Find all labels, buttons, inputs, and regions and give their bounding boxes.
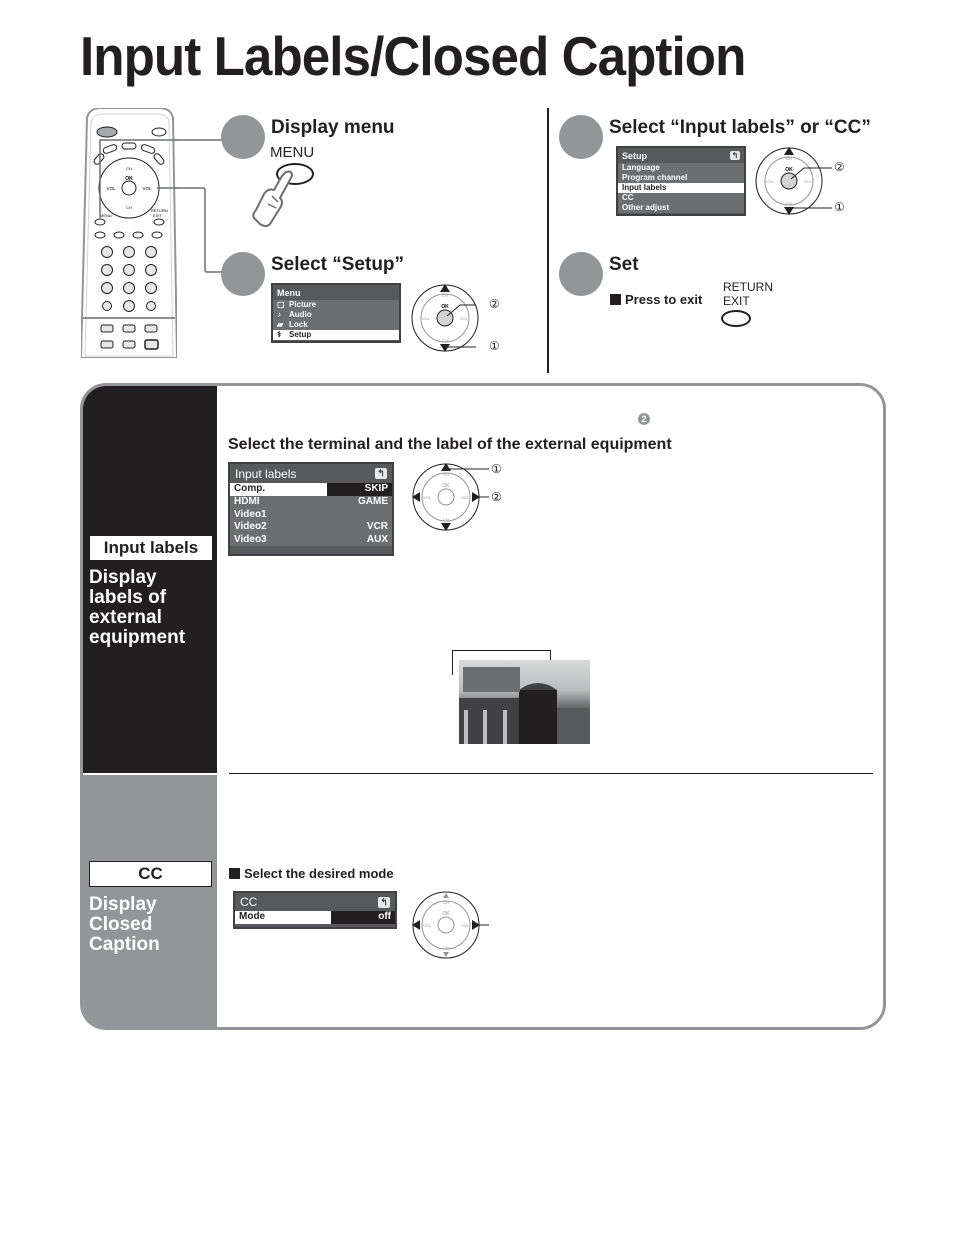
column-divider: [547, 108, 549, 373]
input-row-video1[interactable]: Video1: [230, 508, 392, 521]
step-4-circle: [559, 252, 603, 296]
svg-text:OK: OK: [442, 483, 450, 489]
dpad-diagram: OK CH CH VOL VOL: [755, 147, 832, 215]
menu-item-lock[interactable]: ▰ Lock: [273, 320, 399, 330]
main-menu-osd: Menu ▢ Picture ♪ Audio ▰ Lock ⚕ Setup: [271, 283, 401, 343]
svg-text:CH: CH: [126, 205, 132, 210]
return-exit-label: RETURN EXIT: [723, 280, 773, 308]
remote-control-illustration: OK VOL VOL CH CH MENU RETURN EXIT: [79, 107, 179, 359]
setup-menu-osd: Setup ↰ Language Program channel Input la…: [616, 146, 746, 216]
svg-text:CH: CH: [786, 156, 792, 161]
cc-sidebar: CC Display Closed Caption: [83, 775, 217, 1027]
menu-item-picture[interactable]: ▢ Picture: [273, 300, 399, 310]
svg-text:VOL: VOL: [422, 316, 431, 321]
callout-1: ①: [834, 200, 845, 214]
input-labels-sidebar: Input labels Display labels of external …: [83, 386, 217, 773]
svg-text:OK: OK: [785, 167, 793, 173]
menu-item-setup[interactable]: ⚕ Setup: [273, 330, 399, 340]
menu-button-label: MENU: [270, 144, 315, 161]
svg-text:VOL: VOL: [461, 923, 470, 928]
svg-text:CH: CH: [443, 472, 449, 477]
menu-item-input-labels[interactable]: Input labels: [618, 183, 744, 193]
power-button: [96, 126, 118, 138]
step-1-circle: [221, 115, 265, 159]
step-3-circle: [559, 115, 603, 159]
page-title: Input Labels/Closed Caption: [80, 25, 746, 87]
step-2-circle: [221, 252, 265, 296]
return-exit-button[interactable]: [721, 310, 751, 327]
step-4-title: Set: [609, 254, 639, 275]
callout-2: ②: [834, 160, 845, 174]
callout-2: ②: [489, 297, 500, 311]
setup-icon: ⚕: [277, 330, 282, 339]
svg-text:CH: CH: [442, 293, 448, 298]
picture-icon: ▢: [277, 300, 285, 309]
svg-text:VOL: VOL: [423, 495, 432, 500]
svg-text:EXIT: EXIT: [153, 213, 162, 218]
input-labels-description: Display labels of external equipment: [89, 567, 186, 648]
bullet-square-icon: [229, 868, 240, 879]
callout-2: ②: [491, 490, 502, 504]
svg-text:VOL: VOL: [106, 186, 116, 191]
svg-text:CH: CH: [443, 517, 449, 522]
menu-item-program-channel[interactable]: Program channel: [618, 173, 744, 183]
osd-header: Menu: [277, 287, 301, 298]
step-1-title: Display menu: [271, 117, 395, 138]
svg-text:VOL: VOL: [804, 179, 813, 184]
menu-item-audio[interactable]: ♪ Audio: [273, 310, 399, 320]
svg-text:CH: CH: [786, 201, 792, 206]
svg-text:OK: OK: [442, 911, 450, 917]
svg-text:VOL: VOL: [766, 179, 775, 184]
cc-subheading: Select the desired mode: [229, 866, 394, 881]
settings-panel: Input labels Display labels of external …: [80, 383, 886, 1030]
svg-text:OK: OK: [125, 176, 133, 182]
input-label-overlay: [463, 667, 520, 692]
input-labels-subheading: Select the terminal and the label of the…: [228, 436, 672, 453]
menu-item-language[interactable]: Language: [618, 163, 744, 173]
dpad-diagram: OK CH CH VOL VOL: [411, 284, 479, 352]
cc-osd: CC ↰ Mode off: [233, 891, 397, 929]
svg-text:OK: OK: [441, 304, 449, 310]
tv-screen-example-image: [459, 660, 590, 744]
lock-icon: ▰: [277, 320, 284, 329]
audio-icon: ♪: [277, 310, 281, 319]
svg-text:CH: CH: [443, 900, 449, 905]
cc-tag: CC: [89, 861, 212, 887]
menu-item-cc[interactable]: CC: [618, 193, 744, 203]
step-marker-2: 2: [638, 413, 650, 425]
section-divider: [229, 773, 873, 774]
svg-text:VOL: VOL: [423, 923, 432, 928]
exit-note: Press to exit: [610, 292, 702, 307]
svg-text:MENU: MENU: [100, 213, 112, 218]
svg-text:VOL: VOL: [460, 316, 469, 321]
cc-description: Display Closed Caption: [89, 894, 160, 955]
input-row-video3[interactable]: Video3 AUX: [230, 533, 392, 546]
svg-text:VOL: VOL: [142, 186, 152, 191]
input-row-hdmi[interactable]: HDMI GAME: [230, 496, 392, 509]
input-labels-tag: Input labels: [90, 536, 212, 560]
dpad-diagram: OK CH CH VOL VOL: [412, 463, 489, 531]
cc-mode-row[interactable]: Mode off: [235, 911, 395, 924]
callout-1: ①: [489, 339, 500, 353]
input-labels-osd: Input labels ↰ Comp. SKIP HDMI GAME Video1…: [228, 462, 394, 556]
back-icon: ↰: [378, 896, 390, 908]
back-icon: ↰: [730, 151, 740, 160]
dpad-diagram: OK CH CH VOL VOL: [412, 891, 489, 959]
bullet-square-icon: [610, 294, 621, 305]
svg-text:CH: CH: [126, 166, 132, 171]
back-icon: ↰: [375, 468, 387, 479]
svg-text:CH: CH: [443, 945, 449, 950]
input-row-comp[interactable]: Comp. SKIP: [230, 483, 392, 496]
callout-1: ①: [491, 462, 502, 476]
input-row-video2[interactable]: Video2 VCR: [230, 521, 392, 534]
pointing-hand-icon: [252, 170, 294, 227]
menu-item-other-adjust[interactable]: Other adjust: [618, 203, 744, 213]
step-2-title: Select “Setup”: [271, 254, 405, 275]
step-3-title: Select “Input labels” or “CC”: [609, 117, 871, 138]
svg-text:CH: CH: [442, 338, 448, 343]
svg-text:VOL: VOL: [461, 495, 470, 500]
